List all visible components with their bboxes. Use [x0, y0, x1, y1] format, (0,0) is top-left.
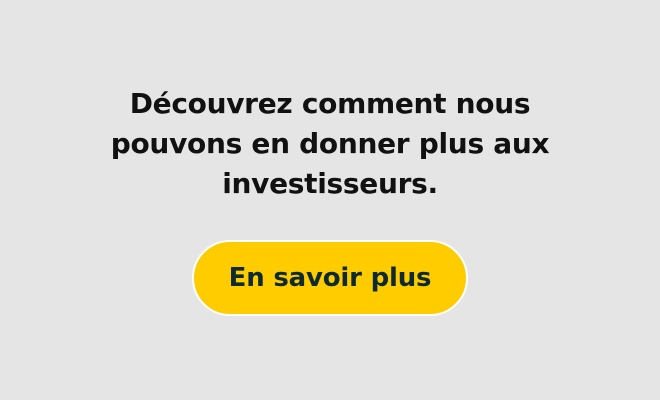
learn-more-button[interactable]: En savoir plus [192, 240, 468, 316]
promo-card: Découvrez comment nous pouvons en donner… [0, 0, 660, 400]
promo-headline: Découvrez comment nous pouvons en donner… [110, 87, 550, 200]
learn-more-button-label: En savoir plus [228, 263, 432, 293]
